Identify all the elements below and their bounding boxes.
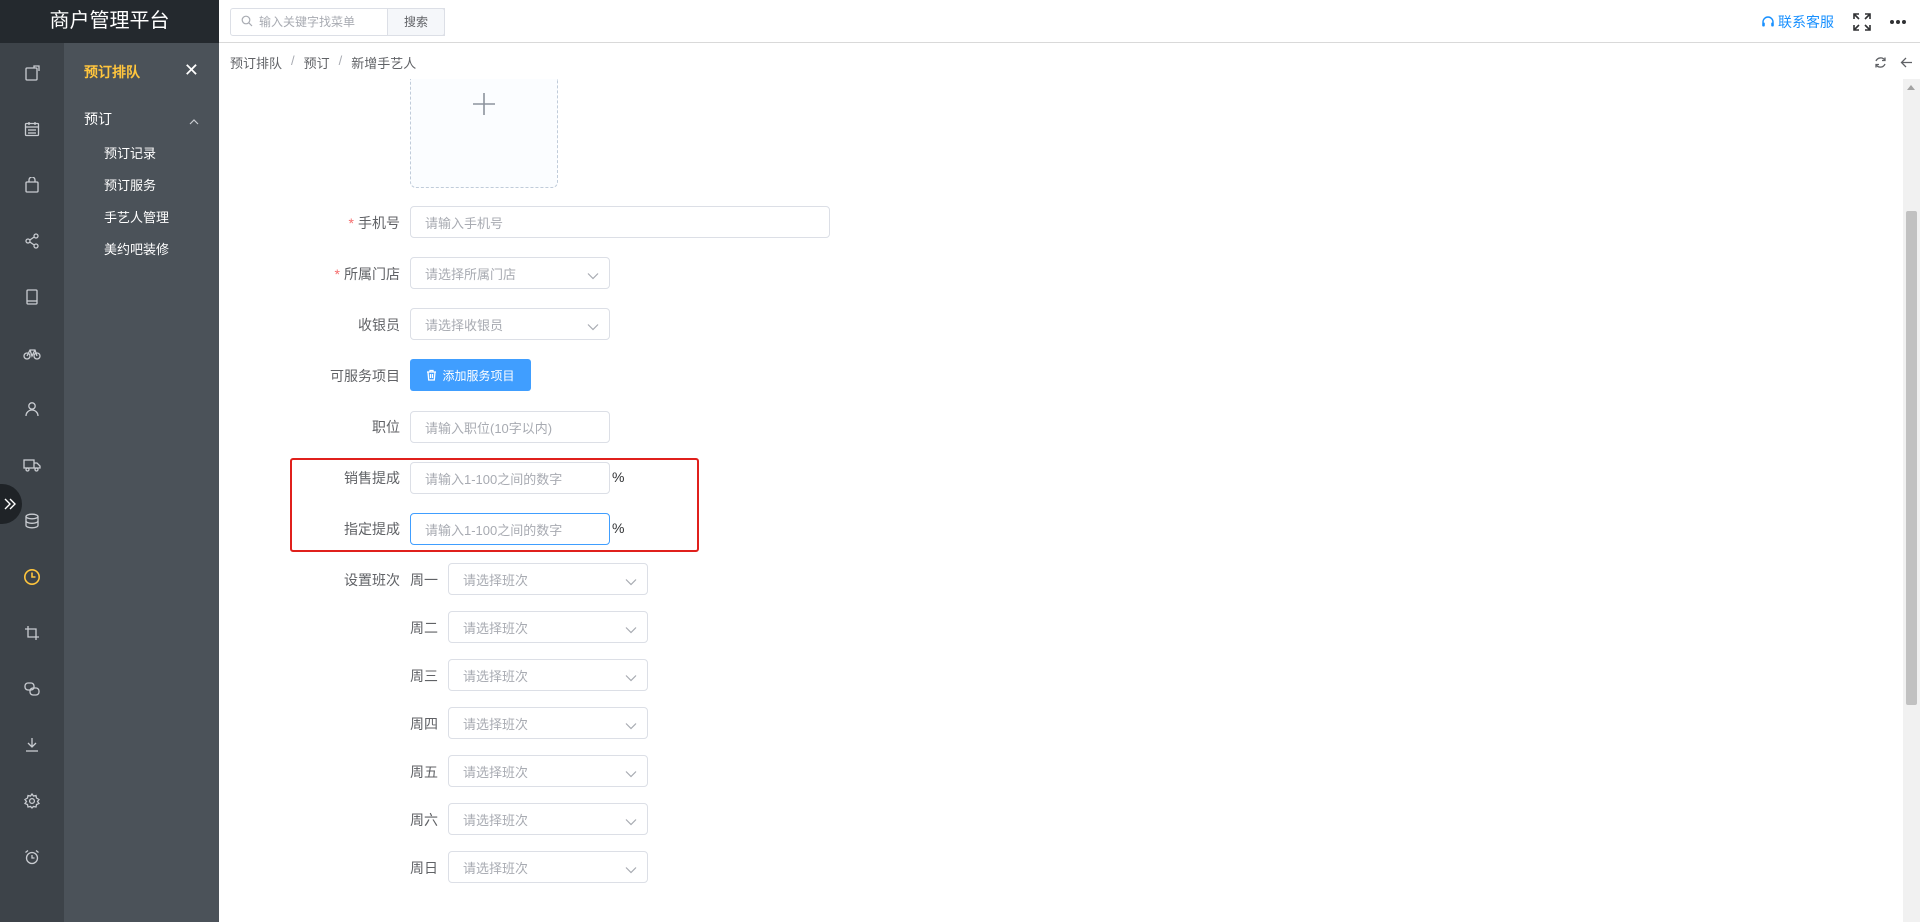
chevron-down-icon <box>625 862 637 877</box>
crop-icon[interactable] <box>0 613 64 653</box>
download-icon[interactable] <box>0 725 64 765</box>
top-header: 商户管理平台 搜索 联系客服 <box>0 0 1920 43</box>
main-content: 预订排队 / 预订 / 新增手艺人 * 手机号 请输入手机号 * 所属门店 请选择所… <box>219 43 1920 922</box>
submenu-item-booking-service[interactable]: 预订服务 <box>104 175 156 194</box>
sales-commission-input[interactable]: 请输入1-100之间的数字 <box>410 462 610 494</box>
shifts-label: 设置班次 <box>344 572 400 588</box>
position-input[interactable]: 请输入职位(10字以内) <box>410 411 610 443</box>
day-label: 周四 <box>410 716 438 732</box>
scrollbar-thumb[interactable] <box>1906 211 1917 705</box>
submenu-item-artisan-management[interactable]: 手艺人管理 <box>104 207 169 226</box>
alarm-icon[interactable] <box>0 837 64 877</box>
more-icon[interactable] <box>1888 12 1908 32</box>
submenu-group-title: 预订 <box>84 111 112 127</box>
chevron-down-icon <box>625 622 637 637</box>
breadcrumb-bar: 预订排队 / 预订 / 新增手艺人 <box>219 43 1920 79</box>
shift-select-thu[interactable]: 请选择班次 <box>448 707 648 739</box>
sales-commission-suffix: % <box>612 469 625 485</box>
store-label: * 所属门店 <box>334 266 400 282</box>
submenu-title: 预订排队 <box>84 64 140 80</box>
refresh-icon[interactable] <box>1872 54 1888 70</box>
app-brand: 商户管理平台 <box>0 0 219 43</box>
chevron-down-icon <box>625 574 637 589</box>
store-select[interactable]: 请选择所属门店 <box>410 257 610 289</box>
submenu-panel: 预订排队 ✕ 预订 预订记录 预订服务 手艺人管理 美约吧装修 <box>64 43 219 922</box>
trash-icon <box>427 369 437 381</box>
chevron-down-icon <box>625 718 637 733</box>
shift-select-fri[interactable]: 请选择班次 <box>448 755 648 787</box>
clock-icon[interactable] <box>0 557 64 597</box>
plus-icon <box>473 93 495 115</box>
shopping-bag-icon[interactable] <box>0 165 64 205</box>
day-label: 周日 <box>410 860 438 876</box>
breadcrumb-item-current: 新增手艺人 <box>351 56 417 71</box>
assigned-commission-input[interactable]: 请输入1-100之间的数字 <box>410 513 610 545</box>
customer-service-link[interactable]: 联系客服 <box>1761 12 1834 32</box>
close-icon[interactable]: ✕ <box>184 60 199 81</box>
submenu-item-meiyueba-decoration[interactable]: 美约吧装修 <box>104 239 169 258</box>
customer-service-label: 联系客服 <box>1778 13 1834 30</box>
double-chevron-right-icon <box>4 498 16 510</box>
vertical-scrollbar[interactable] <box>1903 79 1920 922</box>
back-arrow-icon[interactable] <box>1898 54 1914 70</box>
breadcrumb: 预订排队 / 预订 / 新增手艺人 <box>230 53 417 72</box>
chat-icon[interactable] <box>0 669 64 709</box>
shift-select-sat[interactable]: 请选择班次 <box>448 803 648 835</box>
avatar-upload[interactable] <box>410 79 558 188</box>
day-label: 周五 <box>410 764 438 780</box>
assigned-commission-suffix: % <box>612 520 625 536</box>
chevron-down-icon <box>625 766 637 781</box>
headset-icon <box>1761 15 1775 29</box>
bicycle-icon[interactable] <box>0 333 64 373</box>
add-service-button[interactable]: 添加服务项目 <box>410 359 531 391</box>
user-icon[interactable] <box>0 389 64 429</box>
cashier-label: 收银员 <box>358 317 400 333</box>
phone-input[interactable]: 请输入手机号 <box>410 206 830 238</box>
day-label: 周一 <box>410 572 438 588</box>
truck-icon[interactable] <box>0 445 64 485</box>
chevron-up-icon <box>189 112 199 128</box>
tablet-icon[interactable] <box>0 277 64 317</box>
breadcrumb-item[interactable]: 预订 <box>304 53 330 72</box>
chevron-down-icon <box>587 319 599 334</box>
fullscreen-icon[interactable] <box>1852 12 1872 32</box>
day-label: 周三 <box>410 668 438 684</box>
search-button[interactable]: 搜索 <box>387 8 445 36</box>
assigned-commission-label: 指定提成 <box>344 521 400 537</box>
position-label: 职位 <box>372 419 400 435</box>
clipboard-icon[interactable] <box>0 53 64 93</box>
shift-select-sun[interactable]: 请选择班次 <box>448 851 648 883</box>
shift-select-wed[interactable]: 请选择班次 <box>448 659 648 691</box>
sales-commission-label: 销售提成 <box>344 470 400 486</box>
settings-icon[interactable] <box>0 781 64 821</box>
chevron-down-icon <box>587 268 599 283</box>
breadcrumb-item[interactable]: 预订排队 <box>230 53 282 72</box>
share-icon[interactable] <box>0 221 64 261</box>
icon-rail <box>0 43 64 922</box>
search-icon <box>241 14 253 30</box>
cashier-select[interactable]: 请选择收银员 <box>410 308 610 340</box>
day-label: 周六 <box>410 812 438 828</box>
submenu-item-booking-records[interactable]: 预订记录 <box>104 143 156 162</box>
phone-label: * 手机号 <box>348 215 400 231</box>
shift-select-mon[interactable]: 请选择班次 <box>448 563 648 595</box>
chevron-down-icon <box>625 814 637 829</box>
chevron-down-icon <box>625 670 637 685</box>
calendar-icon[interactable] <box>0 109 64 149</box>
day-label: 周二 <box>410 620 438 636</box>
shift-select-tue[interactable]: 请选择班次 <box>448 611 648 643</box>
submenu-group-booking[interactable]: 预订 <box>64 103 219 133</box>
scroll-up-arrow-icon[interactable] <box>1907 85 1915 90</box>
submenu-header: 预订排队 ✕ <box>64 43 219 97</box>
services-label: 可服务项目 <box>330 368 400 384</box>
